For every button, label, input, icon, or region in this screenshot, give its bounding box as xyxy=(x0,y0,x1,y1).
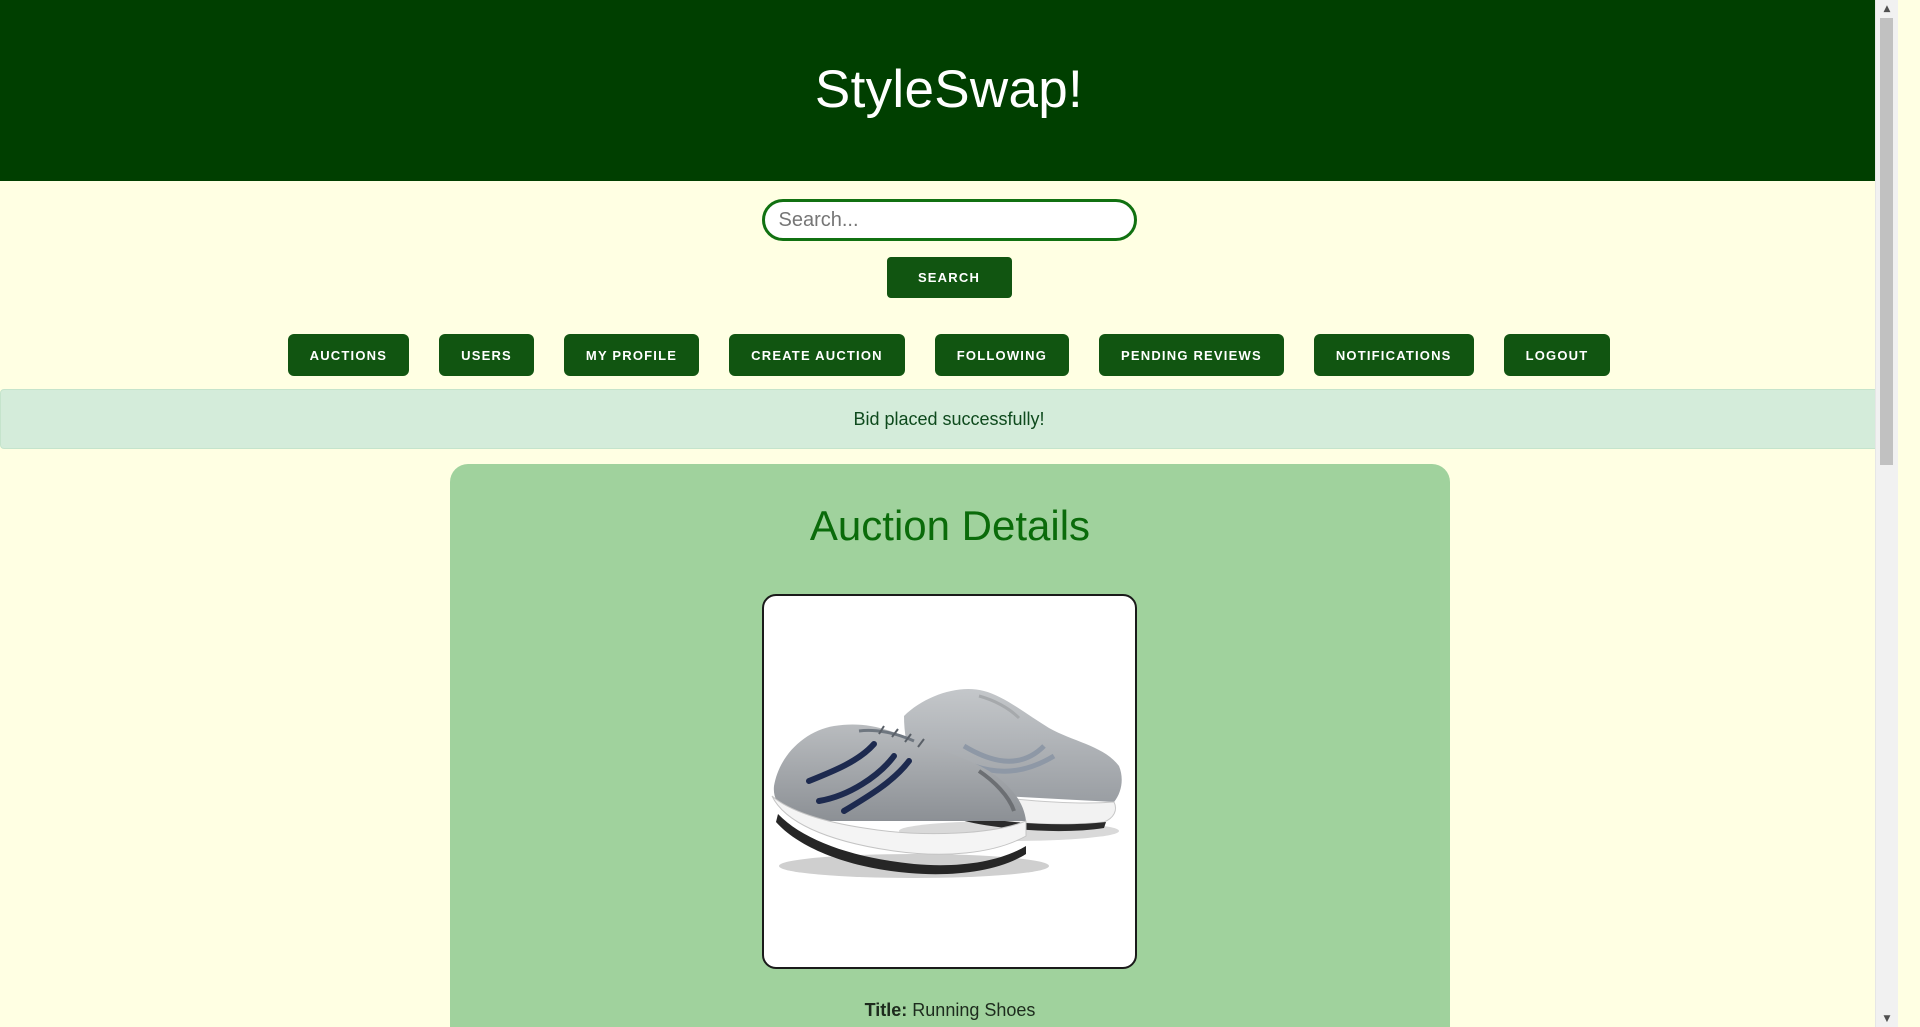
search-area: SEARCH xyxy=(0,181,1898,298)
success-flash-message: Bid placed successfully! xyxy=(0,389,1898,449)
auction-title-label: Title: xyxy=(864,1000,908,1020)
page: StyleSwap! SEARCH AUCTIONS USERS MY PROF… xyxy=(0,0,1898,1027)
site-header: StyleSwap! xyxy=(0,0,1898,181)
nav-following-button[interactable]: FOLLOWING xyxy=(934,334,1070,376)
running-shoes-image xyxy=(771,688,1122,878)
scrollbar-thumb[interactable] xyxy=(1880,18,1893,465)
auction-details-card: Auction Details Title: Running Shoes xyxy=(450,464,1450,1027)
scroll-up-arrow-icon[interactable]: ▲ xyxy=(1876,0,1898,17)
nav-users-button[interactable]: USERS xyxy=(439,334,534,376)
scroll-down-arrow-icon[interactable]: ▼ xyxy=(1876,1010,1898,1027)
nav-notifications-button[interactable]: NOTIFICATIONS xyxy=(1313,334,1474,376)
main-nav: AUCTIONS USERS MY PROFILE CREATE AUCTION… xyxy=(0,334,1898,376)
auction-details-heading: Auction Details xyxy=(809,502,1091,549)
auction-image-frame xyxy=(762,594,1137,969)
nav-my-profile-button[interactable]: MY PROFILE xyxy=(563,334,700,376)
vertical-scrollbar[interactable]: ▲ ▼ xyxy=(1875,0,1898,1027)
search-button[interactable]: SEARCH xyxy=(886,257,1012,298)
nav-logout-button[interactable]: LOGOUT xyxy=(1503,334,1611,376)
auction-title-row: Title: Running Shoes xyxy=(450,1000,1450,1021)
nav-auctions-button[interactable]: AUCTIONS xyxy=(287,334,410,376)
flash-message-text: Bid placed successfully! xyxy=(853,408,1045,429)
search-input[interactable] xyxy=(761,199,1137,241)
site-title: StyleSwap! xyxy=(814,60,1084,119)
auction-title-value: Running Shoes xyxy=(912,1000,1036,1020)
nav-pending-reviews-button[interactable]: PENDING REVIEWS xyxy=(1099,334,1284,376)
nav-create-auction-button[interactable]: CREATE AUCTION xyxy=(729,334,905,376)
